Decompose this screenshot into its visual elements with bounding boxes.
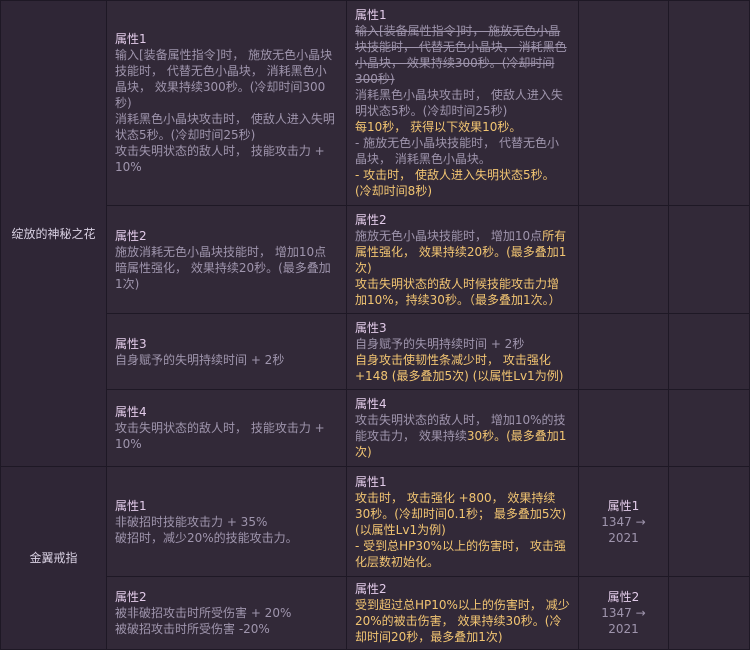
attr-text: 施放无色小晶块技能时， 增加10点	[355, 228, 543, 243]
attr-title: 属性2	[115, 590, 147, 604]
changed-text: 自身攻击使韧性条减少时， 攻击强化 +148 (最多叠加5次) (以属性Lv1为…	[355, 352, 564, 383]
attr-title: 属性2	[355, 212, 387, 227]
attr-text: 攻击失明状态的敌人时， 技能攻击力 + 10%	[115, 421, 325, 451]
stat-value: 1347 → 2021	[601, 606, 646, 636]
attr-text: 攻击失明状态的敌人时， 技能攻击力 + 10%	[115, 144, 325, 174]
changed-text: - 攻击时， 使敌人进入失明状态5秒。(冷却时间8秒)	[355, 168, 555, 198]
attr-text: 被破招攻击时所受伤害 -20%	[115, 622, 270, 636]
value-cell	[578, 0, 669, 206]
table-row: 属性2 施放消耗无色小晶块技能时， 增加10点暗属性强化， 效果持续20秒。(最…	[1, 205, 750, 314]
old-attr-cell: 属性2 施放消耗无色小晶块技能时， 增加10点暗属性强化， 效果持续20秒。(最…	[106, 205, 347, 314]
old-attr-cell: 属性1 输入[装备属性指令]时， 施放无色小晶块技能时， 代替无色小晶块， 消耗…	[106, 0, 347, 206]
new-attr-cell: 属性2 受到超过总HP10%以上的伤害时， 减少20%的被击伤害， 效果持续30…	[346, 576, 579, 650]
attr-text: - 施放无色小晶块技能时， 代替无色小晶块， 消耗黑色小晶块。	[355, 136, 559, 166]
new-attr-cell: 属性1 攻击时， 攻击强化 +800， 效果持续30秒。(冷却时间0.1秒； 最…	[346, 466, 579, 577]
old-attr-cell: 属性3 自身赋予的失明持续时间 + 2秒	[106, 313, 347, 390]
changed-text: 攻击时， 攻击强化 +800， 效果持续30秒。(冷却时间0.1秒； 最多叠加5…	[355, 490, 567, 537]
attr-text: 非破招时技能攻击力 + 35%	[115, 514, 268, 529]
value-cell	[578, 313, 669, 390]
attr-title: 属性1	[355, 474, 387, 489]
attr-title: 属性4	[355, 397, 387, 411]
old-attr-cell: 属性1 非破招时技能攻击力 + 35% 破招时，减少20%的技能攻击力。	[106, 466, 347, 577]
item-name-cell: 绽放的神秘之花	[0, 0, 107, 467]
item-name: 金翼戒指	[29, 551, 78, 565]
attr-text: 输入[装备属性指令]时， 施放无色小晶块技能时， 代替无色小晶块， 消耗黑色小晶…	[115, 48, 333, 110]
attr-title: 属性2	[115, 228, 147, 243]
old-attr-cell: 属性2 被非破招攻击时所受伤害 + 20% 被破招攻击时所受伤害 -20%	[106, 576, 347, 650]
new-attr-cell: 属性4 攻击失明状态的敌人时， 增加10%的技能攻击力， 效果持续30秒。(最多…	[346, 389, 579, 467]
empty-cell	[668, 466, 750, 577]
value-cell: 属性1 1347 → 2021	[578, 466, 669, 577]
changed-text: 攻击失明状态的敌人时候技能攻击力增加10%，持续30秒。（最多叠加1次。）	[355, 276, 561, 307]
empty-cell	[668, 576, 750, 650]
table-row: 属性2 被非破招攻击时所受伤害 + 20% 被破招攻击时所受伤害 -20% 属性…	[1, 576, 750, 650]
table-row: 属性4 攻击失明状态的敌人时， 技能攻击力 + 10% 属性4 攻击失明状态的敌…	[1, 389, 750, 467]
attr-title: 属性2	[355, 582, 387, 596]
attr-title: 属性4	[115, 405, 147, 419]
attr-title: 属性1	[115, 32, 147, 46]
attr-title: 属性3	[355, 320, 387, 335]
empty-cell	[668, 389, 750, 467]
item-name: 绽放的神秘之花	[11, 226, 96, 241]
removed-text: 输入[装备属性指令]时， 施放无色小晶块技能时， 代替无色小晶块， 消耗黑色小晶…	[355, 24, 567, 86]
value-cell: 属性2 1347 → 2021	[578, 576, 669, 650]
attr-title: 属性1	[115, 498, 147, 513]
value-cell	[578, 389, 669, 467]
changed-text: - 受到总HP30%以上的伤害时， 攻击强化层数初始化。	[355, 538, 566, 569]
stat-value: 1347 → 2021	[601, 514, 646, 545]
attr-text: 被非破招攻击时所受伤害 + 20%	[115, 606, 292, 620]
attr-text: 破招时，减少20%的技能攻击力。	[115, 530, 298, 545]
attr-text: 施放消耗无色小晶块技能时， 增加10点暗属性强化， 效果持续20秒。(最多叠加1…	[115, 244, 331, 291]
empty-cell	[668, 205, 750, 314]
new-attr-cell: 属性2 施放无色小晶块技能时， 增加10点所有属性强化， 效果持续20秒。(最多…	[346, 205, 579, 314]
table-row: 绽放的神秘之花 属性1 输入[装备属性指令]时， 施放无色小晶块技能时， 代替无…	[0, 0, 750, 467]
changed-text: 受到超过总HP10%以上的伤害时， 减少20%的被击伤害， 效果持续30秒。(冷…	[355, 598, 570, 644]
old-attr-cell: 属性4 攻击失明状态的敌人时， 技能攻击力 + 10%	[106, 389, 347, 467]
attr-title: 属性3	[115, 336, 147, 351]
empty-cell	[668, 0, 750, 206]
item-name-cell: 金翼戒指	[0, 466, 107, 650]
attr-text: 消耗黑色小晶块攻击时， 使敌人进入失明状态5秒。(冷却时间25秒)	[355, 88, 563, 118]
new-attr-cell: 属性3 自身赋予的失明持续时间 + 2秒 自身攻击使韧性条减少时， 攻击强化 +…	[346, 313, 579, 390]
changed-text: 每10秒， 获得以下效果10秒。	[355, 120, 522, 134]
attr-title: 属性2	[607, 590, 640, 604]
attr-text: 自身赋予的失明持续时间 + 2秒	[355, 336, 525, 351]
attr-title: 属性1	[607, 498, 640, 513]
comparison-table: 绽放的神秘之花 属性1 输入[装备属性指令]时， 施放无色小晶块技能时， 代替无…	[0, 0, 750, 650]
attr-text: 自身赋予的失明持续时间 + 2秒	[115, 352, 285, 367]
value-cell	[578, 205, 669, 314]
empty-cell	[668, 313, 750, 390]
new-attr-cell: 属性1 输入[装备属性指令]时， 施放无色小晶块技能时， 代替无色小晶块， 消耗…	[346, 0, 579, 206]
attr-text: 消耗黑色小晶块攻击时， 使敌人进入失明状态5秒。(冷却时间25秒)	[115, 112, 335, 142]
attr-title: 属性1	[355, 8, 387, 22]
table-row: 属性3 自身赋予的失明持续时间 + 2秒 属性3 自身赋予的失明持续时间 + 2…	[1, 313, 750, 390]
table-row: 金翼戒指 属性1 非破招时技能攻击力 + 35% 破招时，减少20%的技能攻击力…	[0, 466, 750, 650]
